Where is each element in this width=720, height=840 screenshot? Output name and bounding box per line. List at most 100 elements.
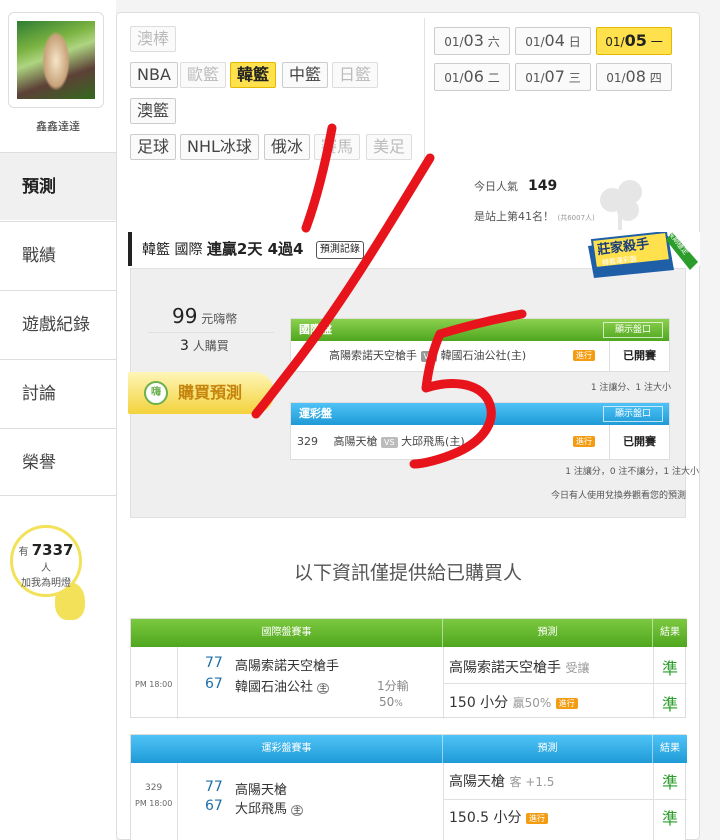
intl-panel: 國際盤 顯示盤口 高陽索諾天空槍手 VS 韓國石油公社(主) 進行 已開賽 <box>290 318 670 372</box>
sidebar-item-game-log[interactable]: 遊戲紀錄 <box>0 290 116 358</box>
fans-prefix: 有 <box>18 547 29 558</box>
sport-tag-japan-basketball[interactable]: 日籃 <box>332 62 379 88</box>
live-badge: 進行 <box>573 350 595 361</box>
result-1: 準 <box>662 659 679 678</box>
table-header-prediction: 預測 <box>443 619 653 647</box>
live-badge: 進行 <box>573 436 595 447</box>
prediction-2: 150 小分 贏50% 進行 <box>449 692 578 712</box>
result-2: 準 <box>662 695 679 714</box>
match-time: PM 18:00 <box>135 799 173 808</box>
price-divider <box>148 332 274 333</box>
sport-panel-title: 運彩盤 <box>299 407 332 420</box>
team2-score: 67 <box>205 676 223 692</box>
date-button-0103[interactable]: 01/03 六 <box>434 27 510 55</box>
price: 99 元嗨幣 <box>172 304 238 328</box>
sport-tag-aus-baseball[interactable]: 澳棒 <box>130 26 177 52</box>
sidebar-item-predict[interactable]: 預測 <box>0 152 116 220</box>
date-button-0105[interactable]: 01/05 一 <box>596 27 672 55</box>
match-time: PM 18:00 <box>135 680 173 689</box>
sidebar-item-record[interactable]: 戰績 <box>0 221 116 289</box>
sport-tag-china-basketball[interactable]: 中籃 <box>282 62 329 88</box>
fans-cta[interactable]: 加我為明燈 <box>21 578 71 589</box>
margin: 1分輸 <box>377 679 409 693</box>
prediction-2: 150.5 小分 進行 <box>449 807 548 827</box>
team1-name: 高陽索諾天空槍手 <box>235 659 340 674</box>
sport-away-team: 大邱飛馬(主) <box>401 435 465 448</box>
row-divider <box>443 683 687 684</box>
table-header-match: 運彩盤賽事 <box>131 735 443 763</box>
match-id: 329 <box>145 783 163 793</box>
table-header-match: 國際盤賽事 <box>131 619 443 647</box>
fans-count: 7337 <box>31 541 74 559</box>
sport-tag-aus-basketball[interactable]: 澳籃 <box>130 98 177 124</box>
username[interactable]: 鑫鑫達達 <box>0 118 116 134</box>
sport-bet-note: 1 注讓分，0 注不讓分，1 注大小 <box>565 467 699 477</box>
sport-home-team: 高陽天槍 <box>333 435 378 448</box>
sport-result-table: 運彩盤賽事 預測 結果 329 PM 18:00 77 高陽天槍 67 大邱飛馬… <box>130 734 687 840</box>
home-mark-icon: 主 <box>291 805 304 816</box>
team1-name: 高陽天槍 <box>235 783 288 798</box>
result-2: 準 <box>662 809 679 828</box>
col-divider <box>443 763 444 840</box>
match-status: 已開賽 <box>609 425 669 459</box>
intl-result-table: 國際盤賽事 預測 結果 PM 18:00 77 高陽索諾天空槍手 67 韓國石油… <box>130 618 687 719</box>
avatar-frame[interactable] <box>8 12 104 108</box>
team1-score: 77 <box>205 655 223 671</box>
date-button-0106[interactable]: 01/06 二 <box>434 63 510 91</box>
sport-tag-euro-basketball[interactable]: 歐籃 <box>180 62 227 88</box>
sport-tag-nba[interactable]: NBA <box>130 62 178 88</box>
table-header-result: 結果 <box>653 619 687 647</box>
sport-panel: 運彩盤 顯示盤口 329 高陽天槍 VS 大邱飛馬(主) 進行 已開賽 <box>290 402 670 460</box>
prediction-record-button[interactable]: 預測記錄 <box>315 241 364 259</box>
left-sidebar: 鑫鑫達達 預測 戰績 遊戲紀錄 討論 榮譽 有 7337 人 加我為明燈 <box>0 0 116 840</box>
col-divider <box>653 763 654 840</box>
intl-away-team: 韓國石油公社(主) <box>440 349 527 362</box>
date-button-0104[interactable]: 01/04 日 <box>515 27 591 55</box>
prediction-1: 高陽天槍 客 +1.5 <box>449 774 555 790</box>
result-1: 準 <box>662 773 679 792</box>
match-id: 329 <box>297 435 318 448</box>
intl-match-row[interactable]: 高陽索諾天空槍手 VS 韓國石油公社(主) 進行 已開賽 <box>291 341 669 371</box>
sport-panel-header: 運彩盤 顯示盤口 <box>291 403 669 425</box>
intl-panel-header: 國際盤 顯示盤口 <box>291 319 669 341</box>
date-button-0107[interactable]: 01/07 三 <box>515 63 591 91</box>
fans-widget[interactable]: 有 7337 人 加我為明燈 <box>10 525 82 597</box>
intl-panel-title: 國際盤 <box>299 323 332 336</box>
buy-label: 購買預測 <box>178 383 243 402</box>
avatar[interactable] <box>17 21 95 99</box>
intl-home-team: 高陽索諾天空槍手 <box>329 349 417 362</box>
col-divider <box>177 647 178 719</box>
rank-stat: 是站上第41名！ (共6007人) <box>474 210 595 223</box>
sidebar-item-honor[interactable]: 榮譽 <box>0 428 116 496</box>
margin-pct: 50% <box>379 695 403 709</box>
buy-prediction-button[interactable]: 嗨 購買預測 <box>128 372 274 414</box>
team1-score: 77 <box>205 779 223 795</box>
home-mark-icon: 主 <box>317 683 330 694</box>
sport-tag-russian-hockey[interactable]: 俄冰 <box>264 134 311 160</box>
vs-icon: VS <box>420 350 438 362</box>
divider <box>424 18 425 168</box>
intl-bet-note: 1 注讓分、1 注大小 <box>590 383 671 393</box>
sidebar-item-discussion[interactable]: 討論 <box>0 359 116 427</box>
fans-suffix: 人 <box>41 563 51 574</box>
sport-match-row[interactable]: 329 高陽天槍 VS 大邱飛馬(主) 進行 已開賽 <box>291 425 669 459</box>
sport-tag-horse-racing[interactable]: 賽馬 <box>314 134 361 160</box>
col-divider <box>177 763 178 840</box>
show-odds-button[interactable]: 顯示盤口 <box>603 406 663 422</box>
team2-name: 大邱飛馬 主 <box>235 802 304 817</box>
sport-tag-american-football[interactable]: 美足 <box>366 134 413 160</box>
sport-tag-football[interactable]: 足球 <box>130 134 177 160</box>
buyers-only-title: 以下資訊僅提供給已購買人 <box>293 562 522 584</box>
sport-tag-nhl[interactable]: NHL冰球 <box>180 134 259 160</box>
league-title: 韓籃 國際 <box>142 242 203 258</box>
show-odds-button[interactable]: 顯示盤口 <box>603 322 663 338</box>
row-divider <box>443 799 687 800</box>
buyers-count: 3 人購買 <box>180 338 229 354</box>
date-button-0108[interactable]: 01/08 四 <box>596 63 672 91</box>
sport-tag-korea-basketball[interactable]: 韓籃 <box>230 62 277 88</box>
popularity-stat: 今日人氣 149 <box>474 178 558 194</box>
team2-name: 韓國石油公社 主 <box>235 680 330 695</box>
vs-icon: VS <box>381 436 398 448</box>
prediction-1: 高陽索諾天空槍手 受讓 <box>449 660 590 676</box>
team2-score: 67 <box>205 798 223 814</box>
